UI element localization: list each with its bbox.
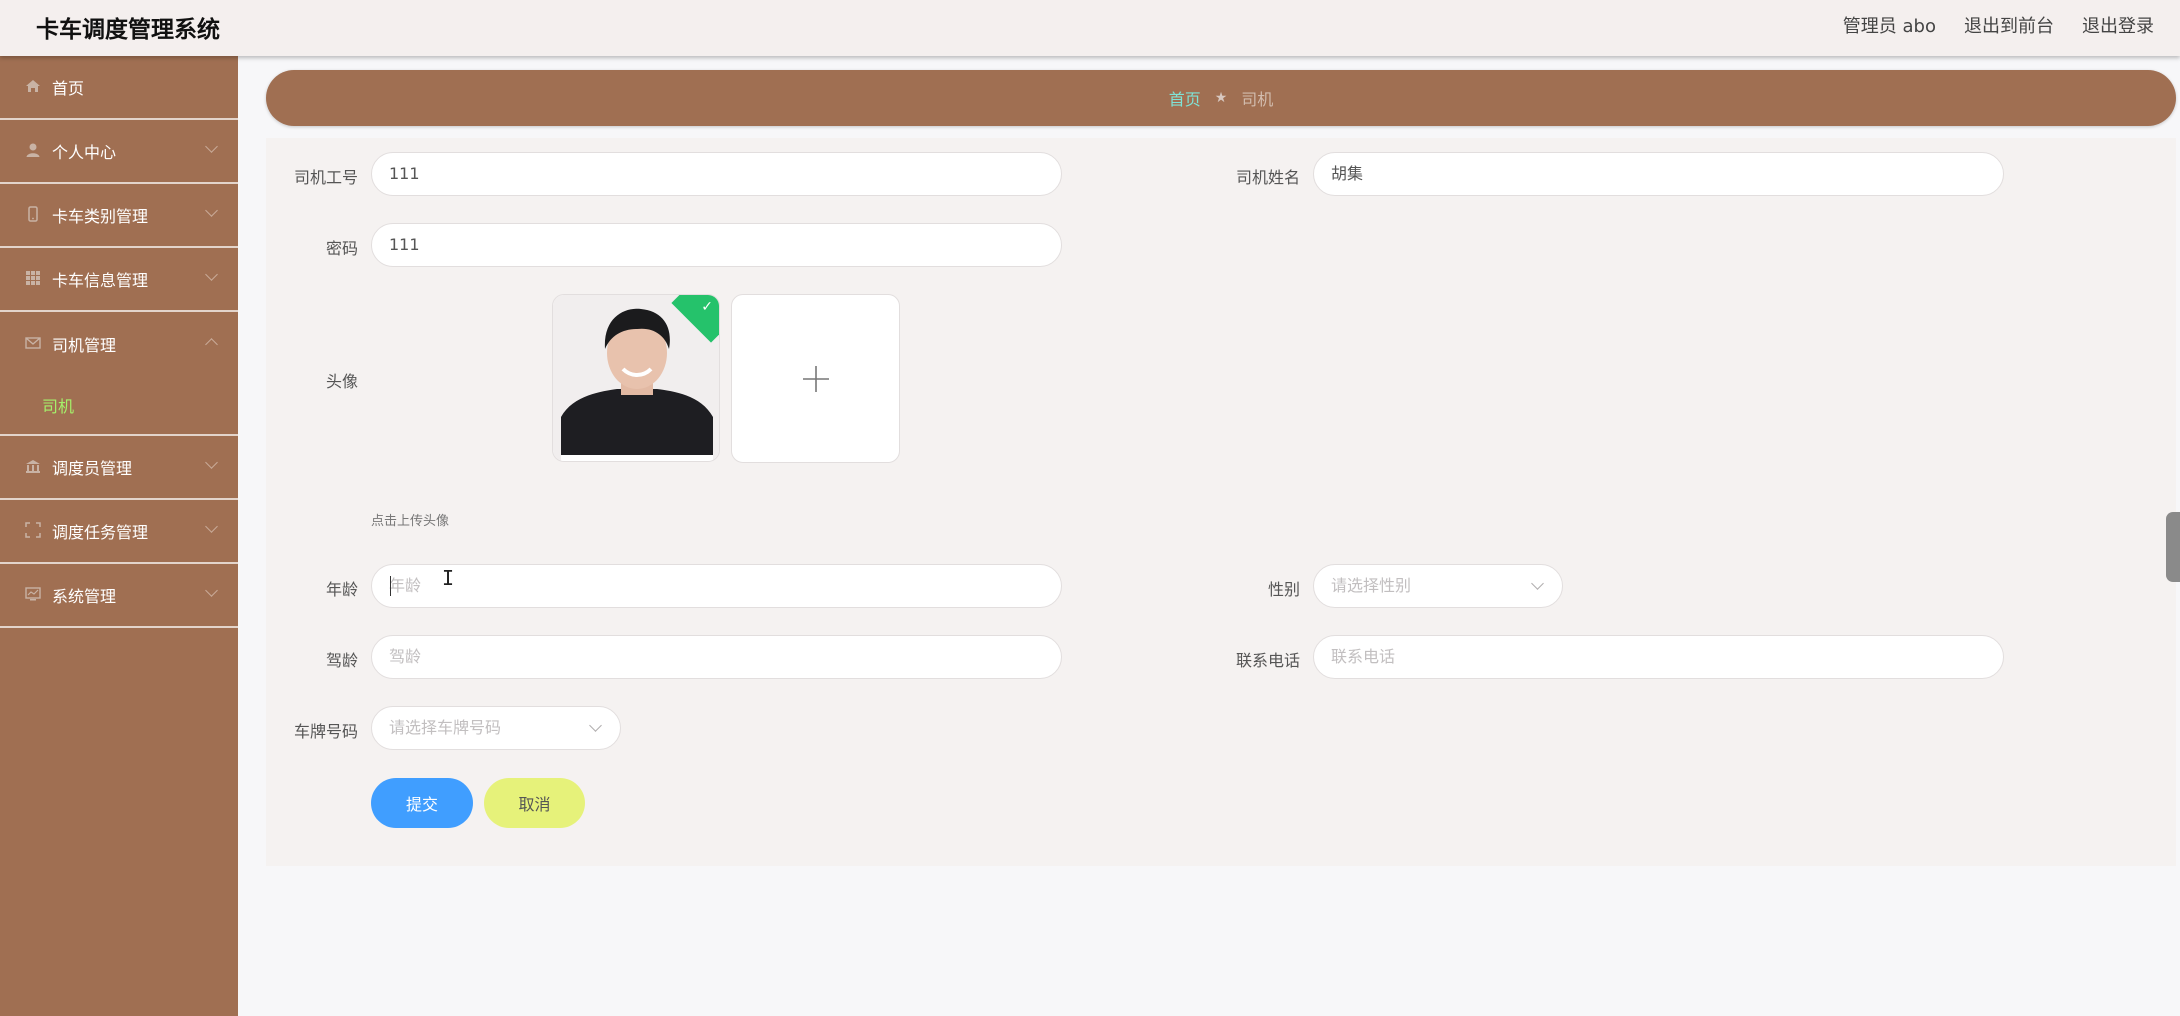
driving-years-label: 驾龄 <box>325 651 358 670</box>
sidebar-item-profile[interactable]: 个人中心 <box>0 120 238 184</box>
mouse-ibeam-cursor: I <box>442 566 455 590</box>
sidebar-item-label: 系统管理 <box>52 587 117 606</box>
chevron-down-icon <box>205 268 218 281</box>
plate-label: 车牌号码 <box>293 722 358 741</box>
sidebar-item-label: 首页 <box>52 79 85 98</box>
text-caret <box>390 576 391 596</box>
plate-placeholder: 请选择车牌号码 <box>389 718 502 737</box>
avatar-label: 头像 <box>325 372 358 391</box>
sidebar-subitem-driver[interactable]: 司机 <box>0 376 238 436</box>
header-links: 管理员 abo 退出到前台 退出登录 <box>1815 12 2154 38</box>
sidebar-item-label: 个人中心 <box>52 143 117 162</box>
sidebar-item-home[interactable]: 首页 <box>0 56 238 120</box>
plus-icon <box>802 365 829 392</box>
avatar-upload-hint: 点击上传头像 <box>371 514 450 529</box>
sidebar-item-label: 卡车信息管理 <box>52 271 149 290</box>
sidebar-item-dispatcher-mgmt[interactable]: 调度员管理 <box>0 436 238 500</box>
monitor-icon <box>24 586 42 604</box>
age-label: 年龄 <box>325 580 358 599</box>
bank-icon <box>24 458 42 476</box>
chevron-down-icon <box>205 140 218 153</box>
password-label: 密码 <box>325 239 358 258</box>
chevron-down-icon <box>589 719 602 732</box>
mail-icon <box>24 335 42 353</box>
chevron-down-icon <box>205 520 218 533</box>
password-input[interactable]: 111 <box>371 223 1062 267</box>
page-scrollbar-thumb[interactable] <box>2166 512 2180 582</box>
driver-name-label: 司机姓名 <box>1235 168 1300 187</box>
logout-link[interactable]: 退出登录 <box>2082 12 2154 38</box>
breadcrumb-separator-icon: ★ <box>1214 90 1228 106</box>
sidebar-subitem-label: 司机 <box>42 397 75 416</box>
check-icon: ✓ <box>701 299 713 315</box>
mobile-icon <box>24 206 42 224</box>
app-title: 卡车调度管理系统 <box>36 17 220 43</box>
chevron-down-icon <box>205 456 218 469</box>
avatar-upload-button[interactable] <box>731 294 900 463</box>
gender-label: 性别 <box>1267 580 1300 599</box>
sidebar-item-label: 司机管理 <box>52 336 117 355</box>
home-icon <box>24 78 42 96</box>
chevron-up-icon <box>205 338 218 351</box>
gender-placeholder: 请选择性别 <box>1331 576 1412 595</box>
phone-label: 联系电话 <box>1235 651 1300 670</box>
phone-input[interactable]: 联系电话 <box>1313 635 2004 679</box>
age-placeholder: 年龄 <box>389 576 422 595</box>
fullscreen-icon <box>24 522 42 540</box>
user-icon <box>24 142 42 160</box>
chevron-down-icon <box>1531 577 1544 590</box>
sidebar-item-label: 卡车类别管理 <box>52 207 149 226</box>
sidebar-item-truck-info[interactable]: 卡车信息管理 <box>0 248 238 312</box>
sidebar-item-system-mgmt[interactable]: 系统管理 <box>0 564 238 628</box>
sidebar-item-label: 调度任务管理 <box>52 523 149 542</box>
chevron-down-icon <box>205 204 218 217</box>
current-user-label: 管理员 abo <box>1842 16 1936 37</box>
driver-no-input[interactable]: 111 <box>371 152 1062 196</box>
sidebar-item-truck-category[interactable]: 卡车类别管理 <box>0 184 238 248</box>
driver-no-label: 司机工号 <box>293 168 358 187</box>
cancel-button[interactable]: 取消 <box>484 778 585 828</box>
gender-select[interactable]: 请选择性别 <box>1313 564 1563 608</box>
sidebar: 首页 个人中心 卡车类别管理 卡车信息管理 司机管理 司机 调度员管理 调度任务… <box>0 56 238 1016</box>
breadcrumb-home-link[interactable]: 首页 <box>1169 86 1201 110</box>
driver-name-input[interactable]: 胡集 <box>1313 152 2004 196</box>
plate-select[interactable]: 请选择车牌号码 <box>371 706 621 750</box>
breadcrumb-current: 司机 <box>1241 90 1274 109</box>
chevron-down-icon <box>205 584 218 597</box>
sidebar-item-driver-mgmt[interactable]: 司机管理 <box>0 312 238 376</box>
submit-button[interactable]: 提交 <box>371 778 473 828</box>
sidebar-item-dispatch-task-mgmt[interactable]: 调度任务管理 <box>0 500 238 564</box>
age-input[interactable]: 年龄 <box>371 564 1062 608</box>
sidebar-item-label: 调度员管理 <box>52 459 133 478</box>
driving-years-input[interactable]: 驾龄 <box>371 635 1062 679</box>
breadcrumb: 首页 ★ 司机 <box>266 70 2176 126</box>
grid-icon <box>24 270 42 288</box>
top-header: 卡车调度管理系统 管理员 abo 退出到前台 退出登录 <box>0 0 2180 56</box>
avatar-thumbnail[interactable]: ✓ <box>552 294 720 462</box>
back-to-frontend-link[interactable]: 退出到前台 <box>1964 12 2054 38</box>
